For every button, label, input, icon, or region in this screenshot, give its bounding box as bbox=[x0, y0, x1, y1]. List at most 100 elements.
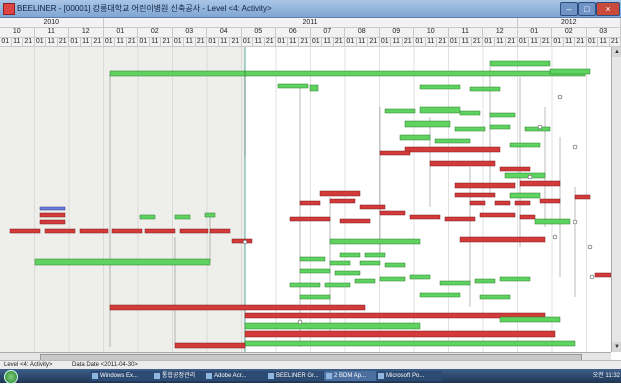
minimize-button[interactable]: – bbox=[560, 2, 578, 16]
taskbar-item[interactable]: BEELINER Gr... bbox=[266, 371, 332, 381]
activity-bar[interactable] bbox=[245, 331, 555, 337]
activity-bar[interactable] bbox=[145, 229, 175, 233]
activity-bar[interactable] bbox=[460, 111, 480, 115]
activity-bar[interactable] bbox=[245, 341, 575, 346]
taskbar-item[interactable]: Microsoft Po... bbox=[376, 371, 442, 381]
activity-bar[interactable] bbox=[380, 211, 405, 215]
activity-bar[interactable] bbox=[245, 323, 420, 329]
activity-bar[interactable] bbox=[40, 207, 65, 210]
activity-bar[interactable] bbox=[290, 217, 330, 221]
activity-bar[interactable] bbox=[510, 193, 540, 198]
activity-bar[interactable] bbox=[455, 127, 485, 131]
activity-bar[interactable] bbox=[300, 269, 330, 273]
activity-bar[interactable] bbox=[470, 201, 485, 205]
activity-bar[interactable] bbox=[300, 201, 320, 205]
activity-bar[interactable] bbox=[360, 261, 380, 265]
activity-bar[interactable] bbox=[455, 183, 515, 188]
activity-bar[interactable] bbox=[290, 283, 320, 287]
activity-bar[interactable] bbox=[380, 151, 410, 155]
activity-bar[interactable] bbox=[490, 113, 515, 117]
activity-bar[interactable] bbox=[330, 239, 420, 244]
activity-bar[interactable] bbox=[278, 84, 308, 88]
activity-bar[interactable] bbox=[460, 237, 545, 242]
activity-bar[interactable] bbox=[330, 261, 350, 265]
activity-bar[interactable] bbox=[480, 213, 515, 217]
activity-bar[interactable] bbox=[40, 220, 65, 224]
activity-bar[interactable] bbox=[360, 205, 385, 209]
activity-bar[interactable] bbox=[35, 259, 210, 265]
activity-bar[interactable] bbox=[110, 305, 365, 310]
activity-bar[interactable] bbox=[245, 71, 585, 76]
activity-bar[interactable] bbox=[405, 147, 500, 152]
activity-bar[interactable] bbox=[210, 229, 230, 233]
activity-bar[interactable] bbox=[455, 193, 495, 197]
activity-bar[interactable] bbox=[535, 219, 570, 224]
activity-bar[interactable] bbox=[140, 215, 155, 219]
activity-bar[interactable] bbox=[330, 199, 355, 203]
activity-bar[interactable] bbox=[40, 213, 65, 217]
scroll-up-icon[interactable]: ▲ bbox=[612, 47, 621, 57]
taskbar-item[interactable]: 통합공정관리 bbox=[152, 371, 212, 381]
activity-bar[interactable] bbox=[550, 69, 590, 74]
activity-bar[interactable] bbox=[495, 201, 510, 205]
activity-bar[interactable] bbox=[410, 215, 440, 219]
taskbar-item[interactable]: 2 BDM Ap... bbox=[324, 371, 384, 381]
activity-bar[interactable] bbox=[365, 253, 385, 257]
activity-bar[interactable] bbox=[310, 85, 318, 91]
taskbar-item[interactable]: Adobe Acr... bbox=[204, 371, 274, 381]
activity-bar[interactable] bbox=[10, 229, 40, 233]
activity-bar[interactable] bbox=[595, 273, 611, 277]
activity-bar[interactable] bbox=[500, 317, 560, 322]
activity-bar[interactable] bbox=[385, 109, 415, 113]
maximize-button[interactable]: □ bbox=[578, 2, 596, 16]
activity-bar[interactable] bbox=[500, 277, 530, 281]
activity-bar[interactable] bbox=[490, 61, 550, 66]
activity-bar[interactable] bbox=[385, 263, 405, 267]
activity-bar[interactable] bbox=[180, 229, 208, 233]
activity-bar[interactable] bbox=[470, 87, 500, 91]
activity-bar[interactable] bbox=[435, 139, 470, 143]
close-button[interactable]: × bbox=[596, 2, 620, 16]
activity-bar[interactable] bbox=[515, 201, 530, 205]
activity-bar[interactable] bbox=[575, 195, 590, 199]
activity-bar[interactable] bbox=[80, 229, 108, 233]
activity-bar[interactable] bbox=[410, 275, 430, 279]
activity-bar[interactable] bbox=[420, 107, 460, 113]
activity-bar[interactable] bbox=[110, 71, 245, 76]
activity-bar[interactable] bbox=[335, 271, 360, 275]
activity-bar[interactable] bbox=[480, 295, 510, 299]
activity-bar[interactable] bbox=[340, 253, 360, 257]
activity-bar[interactable] bbox=[490, 125, 510, 129]
activity-bar[interactable] bbox=[380, 277, 405, 281]
activity-bar[interactable] bbox=[400, 135, 430, 140]
activity-bar[interactable] bbox=[520, 181, 560, 186]
activity-bar[interactable] bbox=[505, 173, 545, 178]
activity-bar[interactable] bbox=[175, 215, 190, 219]
activity-bar[interactable] bbox=[420, 293, 460, 297]
network-diagram[interactable] bbox=[0, 47, 611, 352]
activity-bar[interactable] bbox=[430, 161, 495, 166]
start-button[interactable] bbox=[4, 370, 18, 384]
activity-bar[interactable] bbox=[525, 127, 550, 131]
activity-bar[interactable] bbox=[500, 167, 530, 171]
activity-bar[interactable] bbox=[475, 279, 495, 283]
activity-bar[interactable] bbox=[405, 121, 450, 127]
activity-bar[interactable] bbox=[300, 295, 330, 299]
activity-bar[interactable] bbox=[540, 199, 560, 203]
activity-bar[interactable] bbox=[205, 213, 215, 217]
scroll-down-icon[interactable]: ▼ bbox=[612, 342, 621, 352]
vertical-scrollbar[interactable]: ▲ ▼ bbox=[611, 47, 621, 352]
network-chart[interactable] bbox=[0, 47, 611, 352]
taskbar-item[interactable]: Windows Ex... bbox=[90, 371, 160, 381]
activity-bar[interactable] bbox=[355, 279, 375, 283]
activity-bar[interactable] bbox=[232, 239, 252, 243]
activity-bar[interactable] bbox=[300, 257, 325, 261]
activity-bar[interactable] bbox=[320, 191, 360, 196]
activity-bar[interactable] bbox=[420, 85, 460, 89]
activity-bar[interactable] bbox=[445, 217, 475, 221]
activity-bar[interactable] bbox=[510, 143, 540, 147]
activity-bar[interactable] bbox=[520, 215, 535, 219]
activity-bar[interactable] bbox=[45, 229, 75, 233]
activity-bar[interactable] bbox=[440, 281, 470, 285]
activity-bar[interactable] bbox=[325, 283, 350, 287]
